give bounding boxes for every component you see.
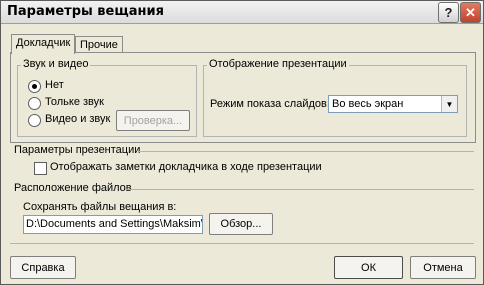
check-button[interactable]: Проверка... [116, 110, 190, 131]
presentation-display-group-label: Отображение презентации [207, 58, 349, 70]
broadcast-settings-dialog: Параметры вещания ? ✕ Докладчик Прочие З… [0, 0, 484, 285]
close-icon[interactable]: ✕ [460, 2, 481, 23]
title-bar: Параметры вещания ? ✕ [1, 1, 483, 24]
dialog-title: Параметры вещания [7, 4, 164, 19]
radio-video-audio[interactable] [28, 114, 41, 127]
cancel-button[interactable]: Отмена [410, 256, 476, 279]
section-divider [125, 189, 474, 190]
browse-button[interactable]: Обзор... [209, 213, 273, 235]
section-divider [139, 151, 474, 152]
tab-label: Докладчик [16, 37, 71, 49]
radio-video-audio-label: Видео и звук [45, 113, 111, 125]
save-path-input[interactable]: D:\Documents and Settings\Maksim\Mo [23, 215, 203, 234]
radio-audio-only-label: Тольке звук [45, 96, 104, 108]
tab-presenter[interactable]: Докладчик [11, 34, 76, 54]
footer-divider [10, 243, 474, 244]
tab-panel: Звук и видео Нет Тольке звук Видео и зву… [10, 52, 476, 143]
show-notes-label: Отображать заметки докладчика в ходе пре… [50, 161, 322, 173]
slideshow-mode-label: Режим показа слайдов: [210, 98, 330, 110]
radio-none-label: Нет [45, 79, 64, 91]
tab-label: Прочие [80, 39, 118, 51]
radio-audio-only[interactable] [28, 97, 41, 110]
slideshow-mode-value: Во весь экран [332, 98, 404, 110]
presentation-params-label: Параметры презентации [14, 144, 141, 156]
audio-video-group-label: Звук и видео [21, 58, 91, 70]
presentation-display-group: Отображение презентации Режим показа сла… [203, 58, 467, 137]
chevron-down-icon[interactable]: ▼ [441, 96, 457, 112]
ok-button[interactable]: ОК [334, 256, 403, 279]
help-icon[interactable]: ? [438, 2, 459, 23]
radio-none[interactable] [28, 80, 41, 93]
save-location-label: Сохранять файлы вещания в: [23, 201, 177, 213]
slideshow-mode-select[interactable]: Во весь экран ▼ [328, 95, 458, 113]
file-location-label: Расположение файлов [14, 182, 132, 194]
show-notes-checkbox[interactable] [34, 162, 47, 175]
audio-video-group: Звук и видео Нет Тольке звук Видео и зву… [17, 58, 197, 137]
help-button[interactable]: Справка [10, 256, 76, 279]
save-path-value: D:\Documents and Settings\Maksim\Mo [26, 218, 203, 230]
